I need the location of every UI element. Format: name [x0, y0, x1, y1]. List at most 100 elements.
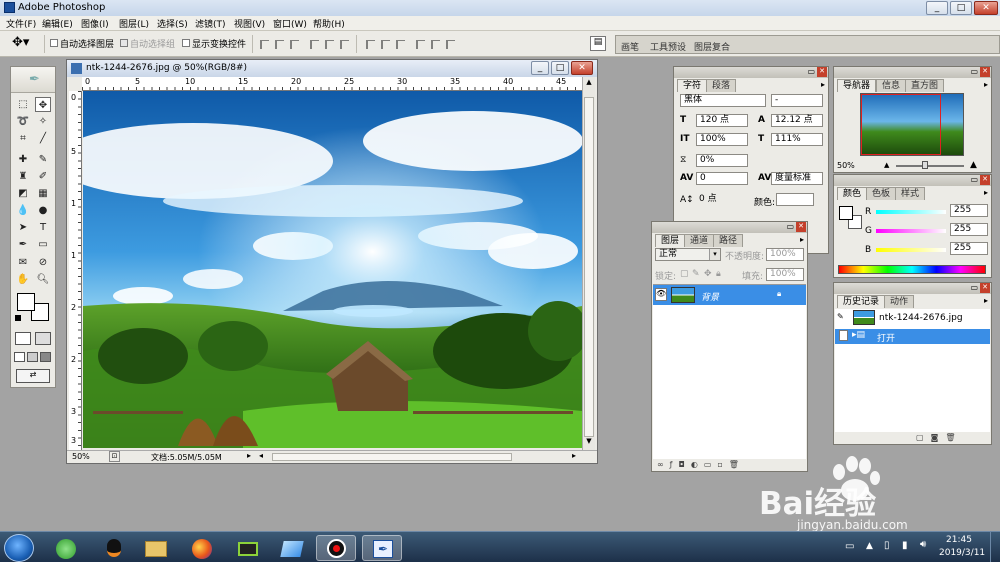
navigator-zoom-level[interactable]: 50% — [837, 161, 855, 170]
channel-r-value[interactable]: 255 — [950, 204, 988, 217]
zoom-tool-icon[interactable]: 🔍︎ — [35, 272, 51, 287]
status-menu-arrow-icon[interactable]: ▸ — [247, 451, 251, 460]
lock-image-icon[interactable]: ✎ — [692, 269, 700, 279]
layer-name[interactable]: 背景 — [701, 290, 719, 303]
eraser-tool-icon[interactable]: ◩ — [15, 186, 31, 201]
canvas-image-landscape[interactable] — [83, 91, 582, 448]
crop-tool-icon[interactable]: ⌗ — [15, 131, 31, 146]
kerning-method-select[interactable]: 度量标准 — [771, 172, 823, 185]
well-tab-brushes[interactable]: 画笔 — [621, 40, 639, 53]
move-tool-icon[interactable]: ✥ — [35, 97, 51, 112]
channel-g-value[interactable]: 255 — [950, 223, 988, 236]
tab-paragraph[interactable]: 段落 — [706, 79, 737, 92]
menu-filter[interactable]: 滤镜(T) — [195, 17, 226, 30]
taskbar-app-flashfxp[interactable] — [272, 535, 312, 561]
panel-menu-icon[interactable]: ▸ — [821, 80, 825, 89]
adjustment-layer-icon[interactable]: ◐ — [691, 460, 704, 469]
history-brush-tool-icon[interactable]: ✐ — [35, 169, 51, 184]
tray-expand-icon[interactable]: ▲ — [866, 541, 873, 551]
default-colors-icon[interactable] — [15, 315, 21, 321]
new-layer-icon[interactable]: ▫ — [717, 460, 728, 469]
tab-navigator[interactable]: 导航器 — [837, 79, 877, 92]
scroll-up-icon[interactable]: ▲ — [584, 78, 594, 88]
menu-view[interactable]: 视图(V) — [234, 17, 265, 30]
taskbar-app-qq[interactable] — [94, 535, 134, 561]
tab-paths[interactable]: 路径 — [713, 234, 744, 247]
layer-mask-icon[interactable]: ◘ — [679, 460, 691, 469]
pen-tool-icon[interactable]: ✒ — [15, 237, 31, 252]
taskbar-app-media-player[interactable] — [228, 535, 268, 561]
taskbar-app-360-browser[interactable] — [46, 535, 86, 561]
layers-menu-icon[interactable]: ▸ — [800, 235, 804, 244]
history-close-icon[interactable]: ✕ — [980, 283, 990, 293]
layer-row-background[interactable]: 👁 背景 🔒︎ — [653, 285, 806, 305]
tab-actions[interactable]: 动作 — [884, 295, 915, 308]
well-tab-layer-comps[interactable]: 图层复合 — [694, 40, 730, 53]
marquee-tool-icon[interactable]: ⬚ — [15, 97, 31, 112]
gradient-tool-icon[interactable]: ▦ — [35, 186, 51, 201]
doc-close-button[interactable]: ✕ — [571, 61, 593, 75]
scroll-right-icon[interactable]: ▸ — [572, 451, 576, 460]
tracking-pct-field[interactable]: 0% — [696, 154, 748, 167]
dodge-tool-icon[interactable]: ● — [35, 203, 51, 218]
color-menu-icon[interactable]: ▸ — [984, 188, 988, 197]
brush-tool-icon[interactable]: ✎ — [35, 152, 51, 167]
distribute-vcenter-icon[interactable] — [381, 40, 390, 49]
navigator-menu-icon[interactable]: ▸ — [984, 80, 988, 89]
font-size-field[interactable]: 120 点 — [696, 114, 748, 127]
navigator-view-box[interactable] — [861, 94, 941, 155]
kerning-field[interactable]: 0 — [696, 172, 748, 185]
vertical-scroll-thumb[interactable] — [584, 97, 594, 437]
distribute-hcenter-icon[interactable] — [431, 40, 440, 49]
history-step-checkbox[interactable] — [839, 330, 848, 341]
color-ramp[interactable] — [838, 265, 986, 274]
shape-tool-icon[interactable]: ▭ — [35, 237, 51, 252]
show-transform-checkbox[interactable] — [182, 39, 190, 47]
move-tool-preset-icon[interactable]: ✥▾ — [12, 35, 29, 50]
well-tab-tool-presets[interactable]: 工具预设 — [650, 40, 686, 53]
color-fg-swatch[interactable] — [839, 206, 853, 220]
maximize-button[interactable]: □ — [950, 1, 972, 15]
lock-position-icon[interactable]: ✥ — [704, 269, 712, 279]
blur-tool-icon[interactable]: 💧 — [15, 203, 31, 218]
tab-channels[interactable]: 通道 — [684, 234, 715, 247]
zoom-in-icon[interactable]: ▲ — [970, 160, 977, 170]
channel-g-slider[interactable] — [876, 229, 946, 233]
color-close-icon[interactable]: ✕ — [980, 175, 990, 185]
channel-b-value[interactable]: 255 — [950, 242, 988, 255]
tab-character[interactable]: 字符 — [677, 79, 708, 92]
menu-file[interactable]: 文件(F) — [6, 17, 36, 30]
screen-mode-full-icon[interactable] — [40, 352, 51, 362]
new-document-from-state-icon[interactable]: ▢ — [916, 433, 931, 442]
tray-date[interactable]: 2019/3/11 — [939, 548, 985, 558]
distribute-bottom-icon[interactable] — [396, 40, 405, 49]
align-left-icon[interactable] — [310, 40, 319, 49]
baseline-shift-field[interactable]: 0 点 — [696, 194, 748, 207]
align-vcenter-icon[interactable] — [275, 40, 284, 49]
taskbar-app-photoshop[interactable]: ✒ — [362, 535, 402, 561]
align-right-icon[interactable] — [340, 40, 349, 49]
tab-styles[interactable]: 样式 — [895, 187, 926, 200]
horizontal-scale-field[interactable]: 111% — [771, 133, 823, 146]
foreground-color-swatch[interactable] — [17, 293, 35, 311]
screen-mode-menu-icon[interactable] — [27, 352, 38, 362]
vertical-scrollbar[interactable]: ▲ ▼ — [582, 77, 595, 450]
layers-minimize-icon[interactable]: ▭ — [786, 222, 794, 231]
screen-mode-standard-icon[interactable] — [14, 352, 25, 362]
tray-time[interactable]: 21:45 — [946, 535, 972, 545]
zoom-slider-thumb[interactable] — [922, 161, 928, 169]
navigator-minimize-icon[interactable]: ▭ — [970, 67, 978, 76]
notes-tool-icon[interactable]: ✉ — [15, 255, 31, 270]
tab-color[interactable]: 颜色 — [837, 187, 868, 200]
history-snapshot-row[interactable]: ✎ ntk-1244-2676.jpg — [835, 309, 990, 327]
font-style-select[interactable]: - — [771, 94, 823, 107]
scroll-left-icon[interactable]: ◂ — [259, 451, 263, 460]
new-snapshot-icon[interactable]: ◙ — [931, 433, 946, 442]
new-group-icon[interactable]: ▭ — [704, 460, 718, 469]
distribute-top-icon[interactable] — [366, 40, 375, 49]
history-minimize-icon[interactable]: ▭ — [970, 283, 978, 292]
distribute-left-icon[interactable] — [416, 40, 425, 49]
clone-stamp-tool-icon[interactable]: ♜ — [15, 169, 31, 184]
tab-history[interactable]: 历史记录 — [837, 295, 886, 308]
align-hcenter-icon[interactable] — [325, 40, 334, 49]
